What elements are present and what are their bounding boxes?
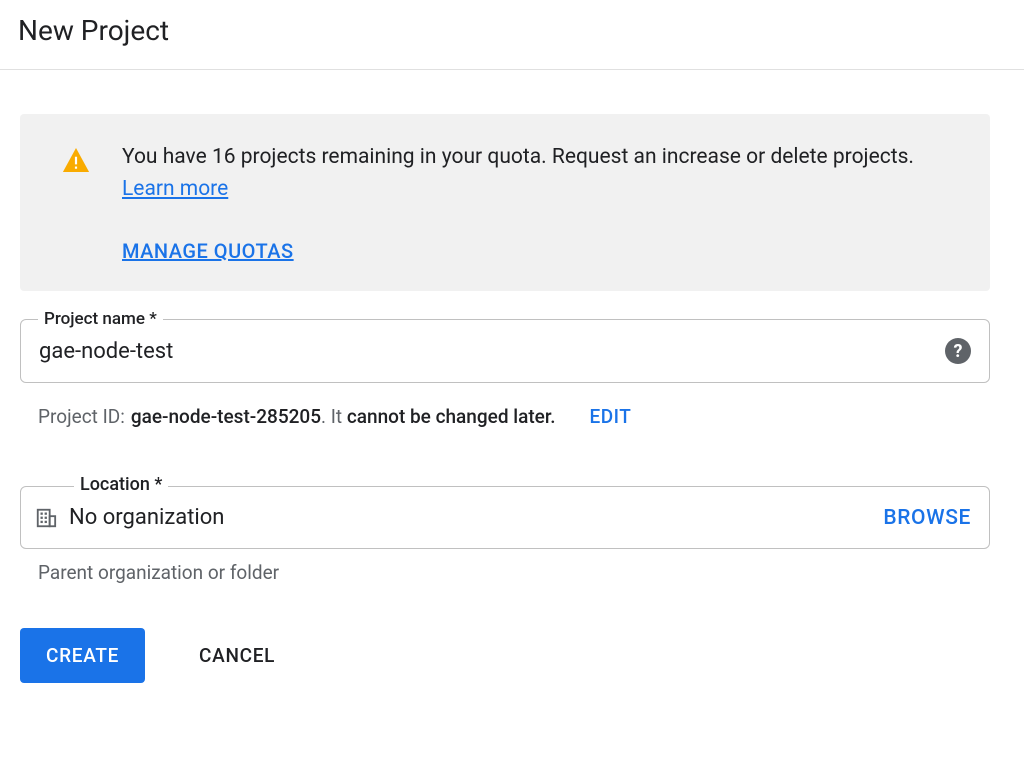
project-name-field: Project name * ?: [20, 319, 990, 383]
create-button[interactable]: CREATE: [20, 628, 145, 683]
quota-message: You have 16 projects remaining in your q…: [122, 142, 962, 205]
location-label: Location *: [74, 474, 168, 495]
location-hint: Parent organization or folder: [20, 561, 990, 584]
help-icon[interactable]: ?: [945, 338, 971, 364]
manage-quotas-link[interactable]: MANAGE QUOTAS: [122, 239, 294, 263]
page-header: New Project: [0, 0, 1024, 70]
edit-project-id-button[interactable]: EDIT: [590, 405, 632, 428]
page-title: New Project: [18, 14, 1006, 47]
action-row: CREATE CANCEL: [20, 628, 990, 683]
project-name-input[interactable]: [39, 339, 933, 364]
warning-icon: [62, 148, 90, 172]
learn-more-link[interactable]: Learn more: [122, 177, 228, 201]
location-value: No organization: [69, 505, 871, 530]
project-id-row: Project ID: gae-node-test-285205. It can…: [20, 405, 990, 428]
organization-icon: [35, 507, 57, 529]
location-field: Location * No organization BROWSE: [20, 486, 990, 549]
cancel-button[interactable]: CANCEL: [199, 644, 275, 667]
project-name-label: Project name *: [38, 309, 163, 329]
quota-notice: You have 16 projects remaining in your q…: [20, 114, 990, 291]
browse-button[interactable]: BROWSE: [883, 506, 971, 530]
